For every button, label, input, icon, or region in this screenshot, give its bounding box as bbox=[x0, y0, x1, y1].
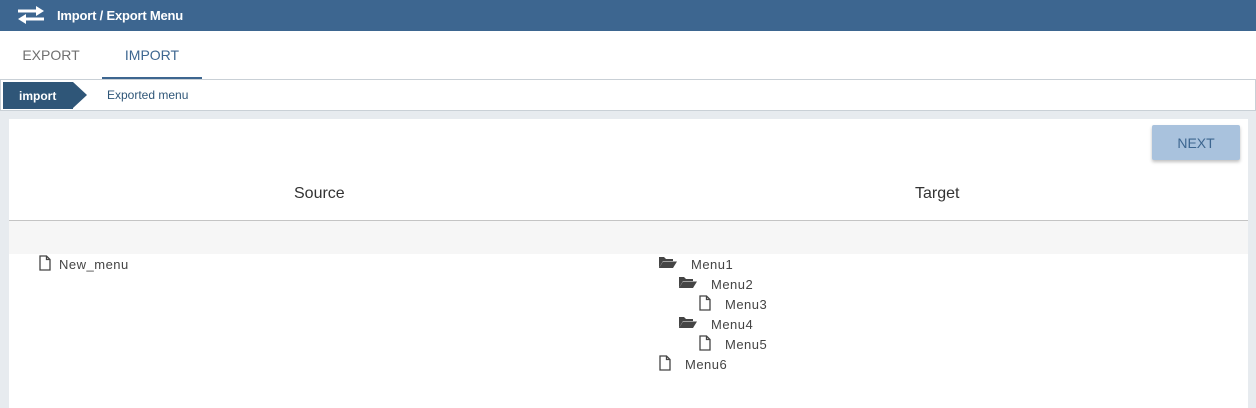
breadcrumb-step-import[interactable]: import bbox=[3, 82, 87, 109]
file-icon bbox=[698, 335, 712, 354]
tree-node-label: Menu3 bbox=[725, 297, 768, 312]
breadcrumb-step-exported-menu[interactable]: Exported menu bbox=[107, 88, 188, 102]
tree-node-label: New_menu bbox=[59, 257, 129, 272]
tree-node-label: Menu2 bbox=[711, 277, 754, 292]
tree-node-label: Menu5 bbox=[725, 337, 768, 352]
file-icon bbox=[38, 255, 52, 274]
breadcrumb: import Exported menu bbox=[0, 79, 1256, 111]
file-icon bbox=[698, 295, 712, 314]
import-panel: NEXT Source Target New_menu Menu1 Menu2 Me… bbox=[9, 119, 1248, 408]
tab-export[interactable]: EXPORT bbox=[0, 31, 102, 79]
tree-node-label: Menu4 bbox=[711, 317, 754, 332]
source-column-header: Source bbox=[294, 185, 345, 202]
tree-node-label: Menu6 bbox=[685, 357, 728, 372]
folder-open-icon bbox=[658, 255, 678, 272]
next-button[interactable]: NEXT bbox=[1152, 125, 1240, 160]
tab-bar: EXPORT IMPORT bbox=[0, 31, 1256, 79]
window-title: Import / Export Menu bbox=[57, 8, 184, 23]
folder-open-icon bbox=[678, 315, 698, 332]
tree-node-label: Menu1 bbox=[691, 257, 734, 272]
drop-band bbox=[9, 221, 1248, 254]
title-bar: Import / Export Menu bbox=[0, 0, 1256, 31]
file-icon bbox=[658, 355, 672, 374]
breadcrumb-step-import-label: import bbox=[19, 89, 57, 103]
folder-open-icon bbox=[678, 275, 698, 292]
swap-arrows-icon bbox=[18, 6, 44, 24]
tab-import[interactable]: IMPORT bbox=[102, 31, 202, 79]
target-column-header: Target bbox=[915, 185, 960, 202]
